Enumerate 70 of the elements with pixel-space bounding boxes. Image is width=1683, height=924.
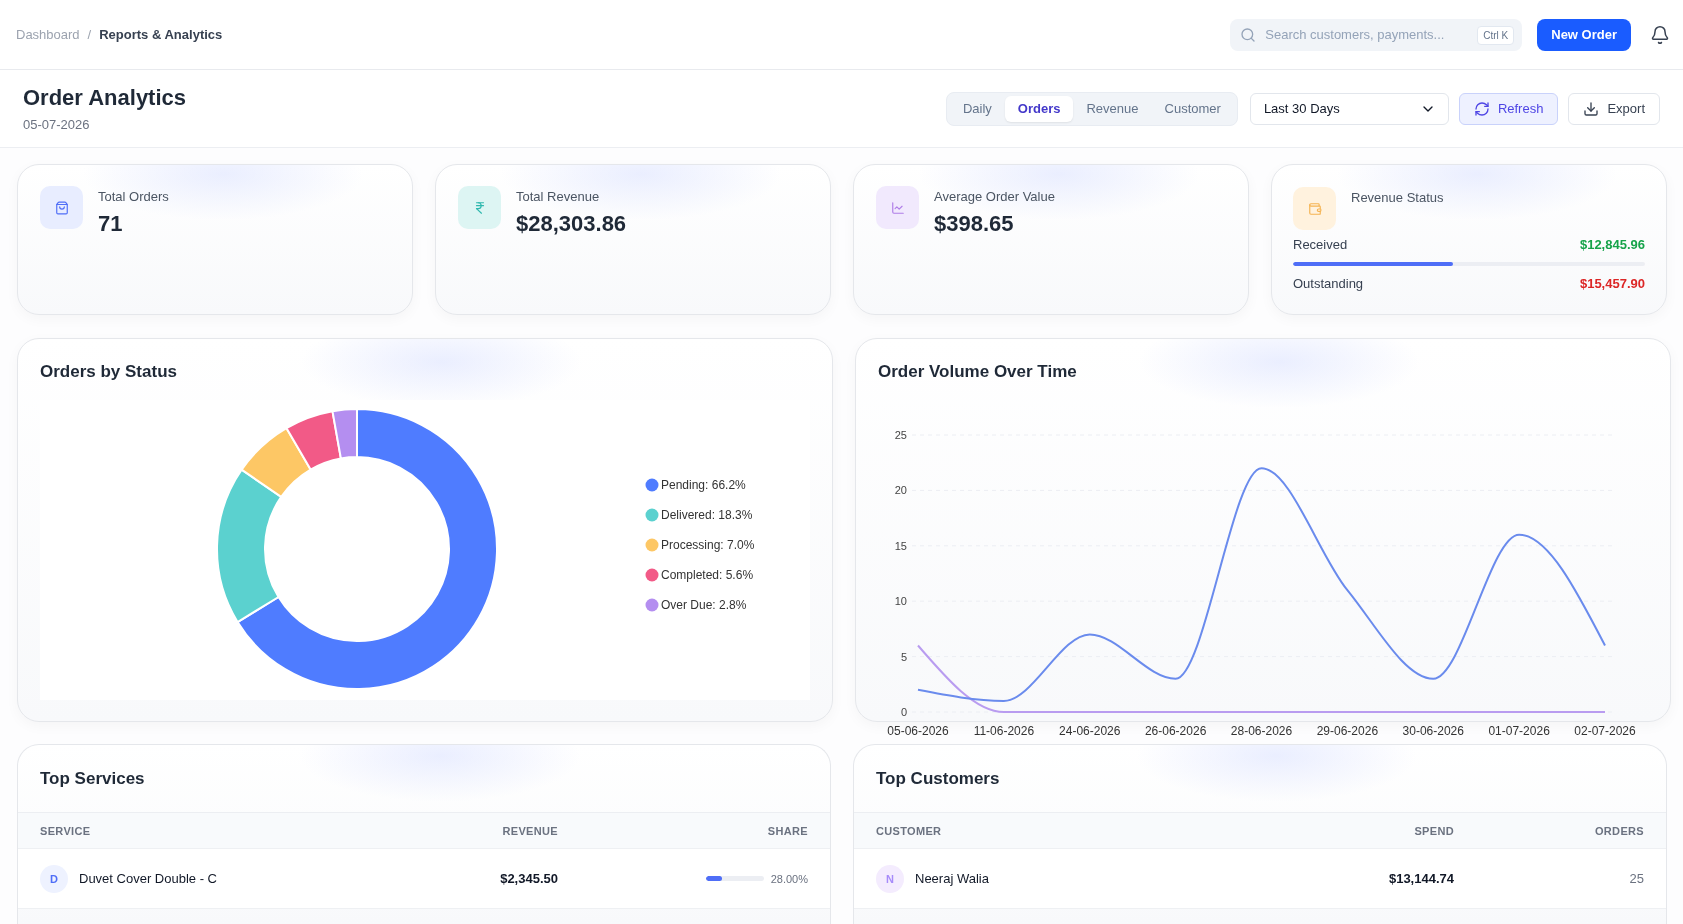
share-percent: 28.00% — [770, 872, 808, 885]
revenue-cell: $2,345.50 — [500, 871, 558, 886]
legend-label: Delivered: 18.3% — [661, 508, 753, 522]
legend-label: Processing: 7.0% — [661, 538, 755, 552]
card-title: Top Customers — [876, 767, 1000, 790]
view-tab[interactable]: Orders — [1004, 95, 1074, 122]
stat-value: 71 — [98, 211, 124, 237]
stat-value: $28,303.86 — [516, 211, 627, 237]
axis-tick-label: 20 — [894, 484, 907, 497]
page-date: 05-07-2026 — [23, 117, 91, 133]
card-title: Top Services — [40, 767, 145, 790]
axis-label: 02-07-2026 — [1574, 724, 1636, 738]
customer-name: Neeraj Walia — [915, 871, 989, 886]
stat-label: Total Orders — [98, 189, 169, 205]
column-header: SPEND — [1414, 824, 1454, 837]
axis-label: 30-06-2026 — [1402, 724, 1464, 738]
page-title: Order Analytics — [23, 84, 187, 111]
received-amount: $12,845.96 — [1579, 236, 1645, 252]
axis-tick-label: 5 — [900, 650, 907, 663]
card-title: Orders by Status — [40, 361, 178, 383]
orders-cell: 25 — [1629, 871, 1644, 886]
column-header: CUSTOMER — [876, 824, 942, 837]
download-icon — [1583, 100, 1600, 117]
axis-tick-label: 0 — [900, 706, 907, 718]
axis-label: 01-07-2026 — [1488, 724, 1550, 738]
breadcrumb-current: Reports & Analytics — [99, 27, 223, 42]
stat-label: Revenue Status — [1351, 190, 1444, 206]
axis-label: 11-06-2026 — [973, 724, 1035, 738]
axis-label: 28-06-2026 — [1230, 724, 1293, 738]
breadcrumb-link[interactable]: Dashboard — [16, 27, 80, 42]
axis-label: 26-06-2026 — [1144, 724, 1207, 738]
axis-label: 05-06-2026 — [887, 724, 949, 738]
spend-cell: $13,144.74 — [1388, 871, 1454, 886]
legend-label: Pending: 66.2% — [661, 478, 746, 492]
card-title: Order Volume Over Time — [878, 361, 1078, 383]
column-header: SERVICE — [40, 824, 91, 837]
export-button[interactable]: Export — [1568, 92, 1660, 125]
column-header: REVENUE — [502, 824, 558, 837]
stat-value: $398.65 — [934, 211, 1015, 237]
rupee-icon — [458, 186, 501, 229]
axis-tick-label: 15 — [894, 539, 907, 552]
avatar-initial: N — [876, 864, 904, 893]
date-range-select[interactable]: Last 30 Days — [1249, 92, 1449, 125]
column-header: SHARE — [767, 824, 808, 837]
outstanding-label: Outstanding — [1293, 275, 1364, 291]
view-tab[interactable]: Daily — [949, 95, 1005, 122]
stat-label: Average Order Value — [934, 189, 1055, 205]
view-tab[interactable]: Revenue — [1073, 95, 1152, 122]
axis-tick-label: 25 — [894, 429, 907, 441]
service-name: Duvet Cover Double - C — [79, 871, 217, 886]
line-chart-icon — [876, 186, 919, 229]
received-label: Received — [1293, 236, 1348, 252]
breadcrumb-separator: / — [87, 27, 92, 42]
axis-label: 24-06-2026 — [1059, 724, 1121, 738]
outstanding-amount: $15,457.90 — [1579, 275, 1645, 291]
legend-label: Over Due: 2.8% — [661, 598, 747, 612]
shopping-bag-icon — [40, 186, 83, 229]
column-header: ORDERS — [1594, 824, 1644, 837]
search-icon — [1240, 26, 1257, 43]
axis-tick-label: 10 — [894, 595, 907, 608]
refresh-button[interactable]: Refresh — [1458, 92, 1559, 125]
legend-label: Completed: 5.6% — [661, 568, 754, 582]
avatar-initial: D — [40, 864, 68, 893]
stat-label: Total Revenue — [516, 189, 601, 205]
wallet-icon — [1293, 187, 1336, 230]
notification-bell-icon[interactable] — [1650, 24, 1670, 45]
refresh-icon — [1473, 100, 1490, 117]
view-tab[interactable]: Customer — [1151, 95, 1234, 122]
new-order-button[interactable]: New Order — [1537, 18, 1631, 51]
axis-label: 29-06-2026 — [1316, 724, 1379, 738]
